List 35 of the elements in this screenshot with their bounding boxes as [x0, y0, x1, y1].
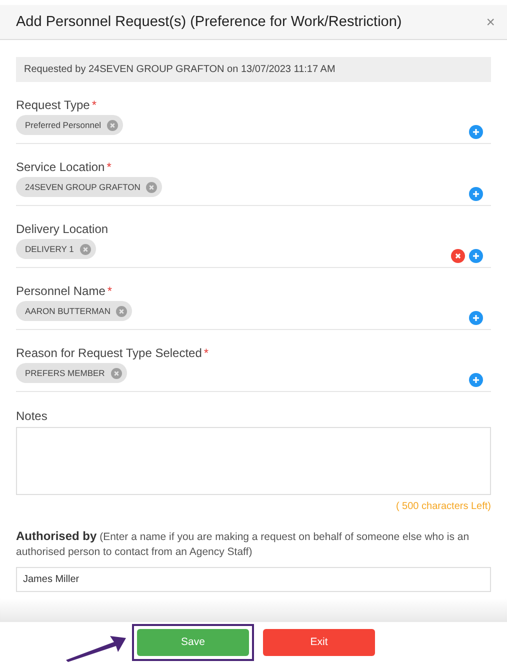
required-asterisk: * [204, 346, 209, 360]
chip-label: DELIVERY 1 [25, 244, 74, 254]
field-label: Service Location [16, 160, 105, 174]
notes-field[interactable] [16, 427, 491, 495]
chip-label: AARON BUTTERMAN [25, 306, 110, 316]
required-asterisk: * [107, 284, 112, 298]
field-label: Personnel Name [16, 284, 106, 298]
dialog-title: Add Personnel Request(s) (Preference for Work/Restriction) [16, 14, 402, 30]
add-icon[interactable] [469, 187, 483, 201]
chip-label: PREFERS MEMBER [25, 368, 105, 378]
save-button[interactable]: Save [137, 628, 249, 656]
field-label: Request Type [16, 98, 90, 112]
field-label: Notes [16, 409, 48, 423]
remove-chip-icon[interactable] [107, 120, 118, 130]
remove-chip-icon[interactable] [146, 182, 158, 192]
add-icon[interactable] [469, 125, 483, 139]
exit-button[interactable]: Exit [263, 628, 375, 656]
field-label: Reason for Request Type Selected [16, 346, 202, 360]
add-icon[interactable] [469, 311, 483, 325]
add-icon[interactable] [469, 373, 483, 387]
remove-chip-icon[interactable] [116, 306, 128, 316]
chip-label: Preferred Personnel [25, 120, 102, 130]
remove-chip-icon[interactable] [80, 244, 91, 254]
close-button[interactable]: × [486, 14, 495, 30]
clear-icon[interactable] [451, 249, 465, 263]
add-icon[interactable] [469, 249, 483, 263]
authorised-by-field[interactable]: James Miller [16, 567, 491, 592]
field-label: Delivery Location [16, 222, 108, 236]
authorised-by-label: Authorised by (Enter a name if you are making a request on behalf of someone else who is an authorised person to contact from an Agency Staff) [16, 528, 470, 560]
required-asterisk: * [92, 98, 96, 112]
remove-chip-icon[interactable] [110, 368, 122, 378]
character-counter: ( 500 characters Left) [396, 501, 491, 512]
requested-by-banner: Requested by 24SEVEN GROUP GRAFTON on 13/07/2023 11:17 AM [16, 57, 491, 82]
chip-label: 24SEVEN GROUP GRAFTON [25, 182, 140, 192]
required-asterisk: * [106, 160, 112, 174]
